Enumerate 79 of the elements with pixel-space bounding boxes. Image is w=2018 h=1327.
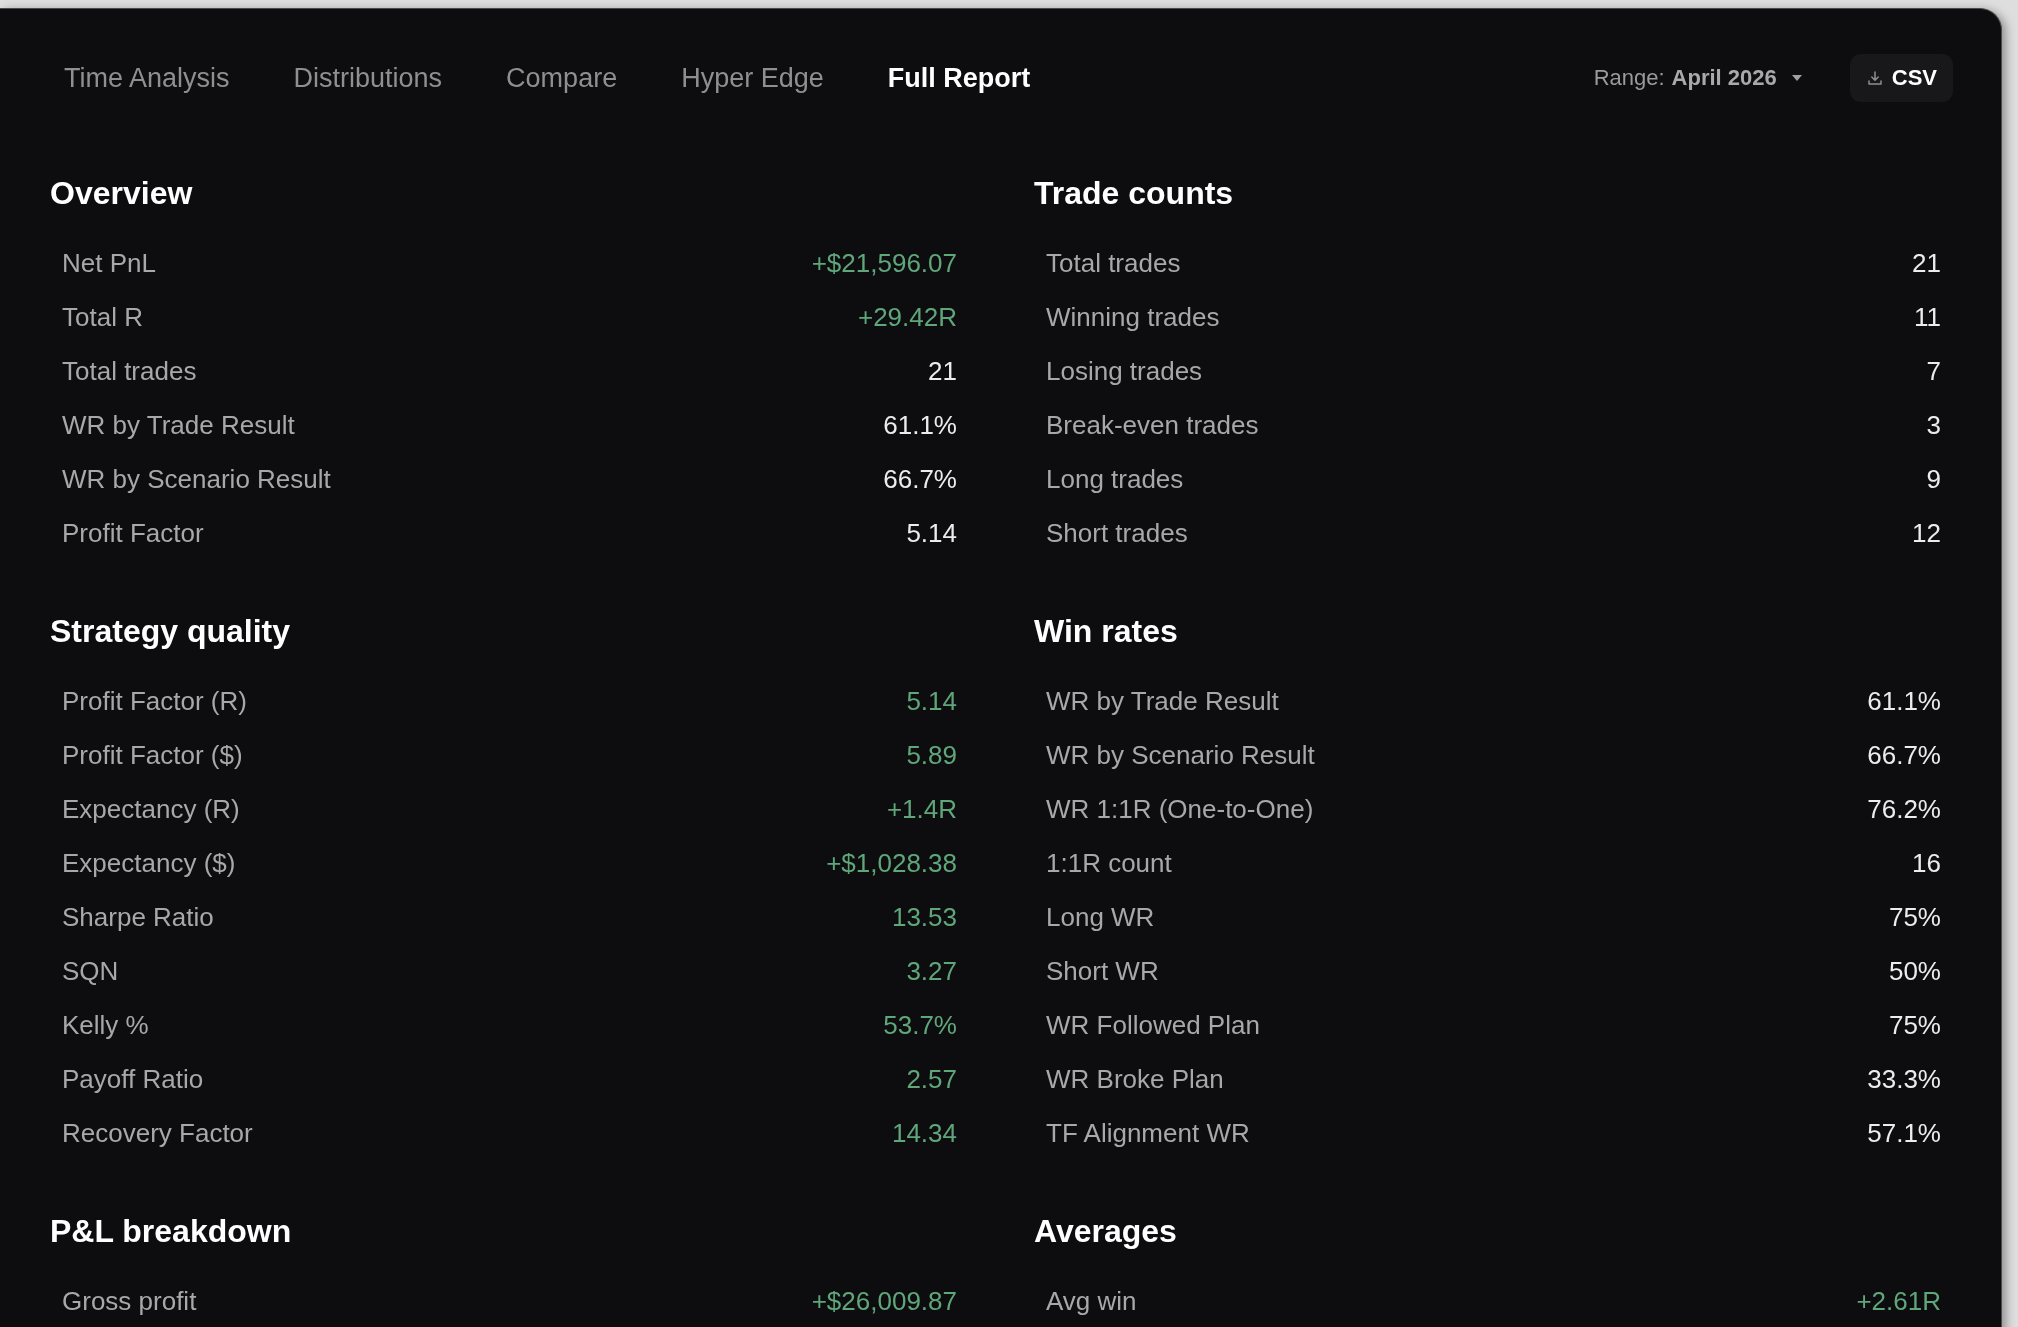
stat-value: 66.7% [883, 463, 957, 495]
range-dropdown[interactable]: Range: April 2026 [1587, 59, 1808, 97]
stat-label: WR by Trade Result [1046, 685, 1279, 717]
stat-label: Net PnL [62, 247, 156, 279]
stat-value: 66.7% [1867, 739, 1941, 771]
stat-value: 11 [1914, 301, 1941, 333]
nav-tab[interactable]: Time Analysis [50, 56, 244, 100]
stat-value: 7 [1926, 355, 1941, 387]
stat-value: 5.89 [906, 739, 957, 771]
stat-value: 75% [1888, 1009, 1941, 1041]
stat-value: 57.1% [1867, 1117, 1941, 1149]
nav-tab[interactable]: Full Report [873, 56, 1045, 100]
stat-label: WR by Scenario Result [1046, 739, 1315, 771]
section-title: Trade counts [1034, 174, 1235, 213]
stat-label: Total trades [62, 355, 197, 387]
stat-value: 12 [1912, 517, 1941, 549]
stat-label: Total trades [1046, 247, 1181, 279]
stat-value: 3 [1926, 409, 1941, 441]
stat-label: Winning trades [1046, 301, 1220, 333]
section-title: Win rates [1034, 612, 1179, 651]
nav-tab[interactable]: Hyper Edge [667, 56, 838, 100]
section-title: Overview [50, 174, 194, 213]
stat-label: Payoff Ratio [62, 1063, 204, 1095]
stat-label: Break-even trades [1046, 409, 1259, 441]
stat-value: +$26,009.87 [811, 1285, 957, 1317]
stat-label: Avg win [1046, 1285, 1137, 1317]
section-title: Strategy quality [50, 612, 292, 651]
stat-value: 16 [1912, 847, 1941, 879]
section-title: Averages [1034, 1212, 1178, 1251]
stat-label: Profit Factor ($) [62, 739, 243, 771]
stat-label: Expectancy ($) [62, 847, 236, 879]
stat-value: +1.4R [886, 793, 957, 825]
stat-value: 75% [1888, 901, 1941, 933]
stat-label: 1:1R count [1046, 847, 1172, 879]
stat-value: 61.1% [883, 409, 957, 441]
stat-label: Profit Factor (R) [62, 685, 247, 717]
stat-label: Losing trades [1046, 355, 1203, 387]
stat-value: +2.61R [1856, 1285, 1941, 1317]
stat-label: WR by Scenario Result [62, 463, 331, 495]
stat-value: 33.3% [1867, 1063, 1941, 1095]
stat-value: 21 [928, 355, 957, 387]
stat-value: 61.1% [1867, 685, 1941, 717]
stat-value: 21 [1912, 247, 1941, 279]
stat-label: Long WR [1046, 901, 1155, 933]
stat-label: SQN [62, 955, 119, 987]
stat-value: 2.57 [906, 1063, 957, 1095]
stat-value: +$21,596.07 [811, 247, 957, 279]
stat-value: 13.53 [891, 901, 957, 933]
stat-value: +29.42R [857, 301, 957, 333]
stat-label: Gross profit [62, 1285, 197, 1317]
stat-label: Sharpe Ratio [62, 901, 214, 933]
stat-label: Recovery Factor [62, 1117, 253, 1149]
stat-label: WR 1:1R (One-to-One) [1046, 793, 1314, 825]
caret-icon [1791, 75, 1802, 81]
stat-value: 76.2% [1867, 793, 1941, 825]
download-icon [1867, 71, 1882, 85]
nav-tab[interactable]: Compare [492, 56, 632, 100]
stat-value: 5.14 [906, 685, 957, 717]
stat-value: 50% [1888, 955, 1941, 987]
stat-label: WR by Trade Result [62, 409, 295, 441]
stat-value: 14.34 [891, 1117, 957, 1149]
stat-label: Long trades [1046, 463, 1184, 495]
stat-label: Kelly % [62, 1009, 149, 1041]
section-title: P&L breakdown [50, 1212, 293, 1251]
csv-button[interactable]: CSV [1849, 54, 1953, 102]
stat-label: Total R [62, 301, 143, 333]
stat-label: Expectancy (R) [62, 793, 240, 825]
stat-value: 53.7% [883, 1009, 957, 1041]
stat-label: WR Followed Plan [1046, 1009, 1260, 1041]
stat-label: Profit Factor [62, 517, 204, 549]
stat-label: TF Alignment WR [1046, 1117, 1250, 1149]
stat-label: Short WR [1046, 955, 1159, 987]
stat-value: 9 [1926, 463, 1941, 495]
stat-value: 5.14 [906, 517, 957, 549]
stat-value: +$1,028.38 [826, 847, 957, 879]
stat-label: Short trades [1046, 517, 1188, 549]
stat-value: 3.27 [906, 955, 957, 987]
nav-tab[interactable]: Distributions [279, 56, 457, 100]
stat-label: WR Broke Plan [1046, 1063, 1224, 1095]
